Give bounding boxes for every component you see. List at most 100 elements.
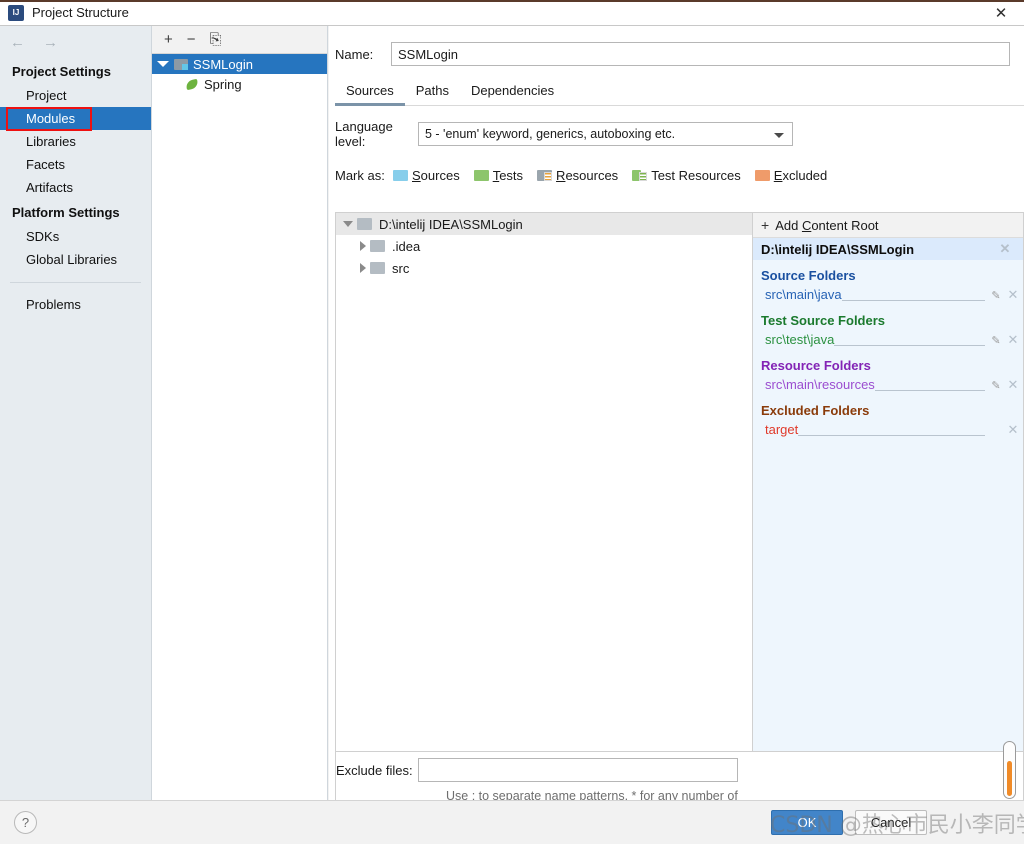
folder-icon bbox=[370, 262, 385, 274]
mark-as-tests-button[interactable]: Tests bbox=[473, 167, 524, 183]
sidebar-nav: ← → bbox=[0, 26, 151, 58]
spring-leaf-icon bbox=[185, 78, 199, 91]
editor-tabs: Sources Paths Dependencies bbox=[335, 80, 1024, 106]
folder-sources-icon bbox=[393, 169, 408, 181]
source-folders-title: Source Folders bbox=[761, 268, 856, 283]
mark-as-resources-label: esources bbox=[565, 167, 619, 183]
language-level-select[interactable]: 5 - 'enum' keyword, generics, autoboxing… bbox=[418, 122, 793, 146]
close-icon[interactable]: ✕ bbox=[1003, 287, 1023, 303]
tree-row[interactable]: D:\intelij IDEA\SSMLogin bbox=[336, 213, 752, 235]
sidebar-item-global-libraries[interactable]: Global Libraries bbox=[0, 248, 151, 271]
module-tree-item-ssmlogin[interactable]: SSMLogin bbox=[152, 54, 327, 74]
pencil-icon[interactable]: ✎ bbox=[989, 379, 1003, 392]
path-underline bbox=[834, 345, 985, 346]
source-folder-row: src\main\java ✎ ✕ bbox=[753, 285, 1023, 305]
page-title: Project Structure bbox=[32, 5, 129, 20]
name-row: Name: bbox=[335, 42, 1010, 66]
mark-as-sources-button[interactable]: Sources bbox=[393, 168, 460, 183]
name-label: Name: bbox=[335, 46, 374, 62]
path-underline bbox=[874, 390, 985, 391]
chevron-down-icon[interactable] bbox=[157, 61, 169, 67]
sources-split-view: D:\intelij IDEA\SSMLogin .idea src + Add… bbox=[335, 212, 1024, 752]
language-level-value: 5 - 'enum' keyword, generics, autoboxing… bbox=[425, 127, 676, 141]
close-icon[interactable]: ✕ bbox=[1003, 377, 1023, 393]
tab-paths[interactable]: Paths bbox=[405, 81, 460, 106]
pencil-icon[interactable]: ✎ bbox=[989, 334, 1003, 347]
exclude-files-input[interactable] bbox=[418, 758, 738, 782]
help-icon[interactable]: ? bbox=[14, 811, 37, 834]
pencil-icon[interactable]: ✎ bbox=[989, 289, 1003, 302]
folder-icon bbox=[357, 218, 372, 230]
path-underline bbox=[798, 435, 985, 436]
name-input[interactable] bbox=[391, 42, 1010, 66]
chevron-right-icon[interactable] bbox=[360, 263, 366, 273]
content-root-header: D:\intelij IDEA\SSMLogin ✕ bbox=[753, 238, 1023, 260]
excluded-folder-row: target ✎ ✕ bbox=[753, 420, 1023, 440]
close-icon[interactable]: ✕ bbox=[978, 0, 1024, 25]
folder-tests-icon bbox=[473, 169, 489, 181]
folder-resources-icon bbox=[537, 169, 553, 181]
slider-thumb[interactable] bbox=[1007, 761, 1012, 796]
sidebar-item-artifacts[interactable]: Artifacts bbox=[0, 176, 151, 199]
mark-as-test-resources-label: Test Resources bbox=[651, 167, 741, 183]
module-tree-item-spring[interactable]: Spring bbox=[152, 74, 327, 94]
mark-as-excluded-button[interactable]: Excluded bbox=[754, 167, 828, 183]
close-icon[interactable]: ✕ bbox=[995, 241, 1015, 257]
sidebar-item-libraries[interactable]: Libraries bbox=[0, 130, 151, 153]
language-level-row: Language level: 5 - 'enum' keyword, gene… bbox=[335, 119, 1024, 149]
close-icon[interactable]: ✕ bbox=[1003, 422, 1023, 438]
mark-as-label: Mark as: bbox=[335, 167, 385, 183]
module-editor: Name: Sources Paths Dependencies Languag… bbox=[329, 26, 1024, 826]
sidebar-item-project[interactable]: Project bbox=[0, 84, 151, 107]
content-root-tree: D:\intelij IDEA\SSMLogin .idea src bbox=[335, 212, 752, 752]
exclude-files-label: Exclude files: bbox=[336, 762, 413, 778]
mark-as-resources-button[interactable]: Resources bbox=[537, 168, 618, 183]
chevron-right-icon[interactable] bbox=[360, 241, 366, 251]
mark-as-tests-label: ests bbox=[499, 167, 524, 183]
excluded-folders-title: Excluded Folders bbox=[761, 403, 870, 418]
close-icon[interactable]: ✕ bbox=[1003, 332, 1023, 348]
mark-as-excluded-label: xcluded bbox=[782, 167, 828, 183]
project-structure-dialog: Project Structure ✕ ← → Project Settings… bbox=[0, 0, 1024, 844]
arrow-right-icon[interactable]: → bbox=[43, 35, 58, 50]
sidebar-group-platform-settings: Platform Settings bbox=[12, 205, 120, 220]
title-bar-accent bbox=[0, 0, 1024, 2]
add-module-button[interactable]: + bbox=[164, 32, 173, 47]
arrow-left-icon[interactable]: ← bbox=[10, 35, 25, 50]
tab-dependencies[interactable]: Dependencies bbox=[460, 81, 565, 106]
chevron-down-icon[interactable] bbox=[774, 133, 784, 138]
sidebar-item-facets[interactable]: Facets bbox=[0, 153, 151, 176]
sidebar-group-project-settings: Project Settings bbox=[12, 64, 111, 79]
tree-row[interactable]: .idea bbox=[336, 235, 752, 257]
test-source-folder-path[interactable]: src\test\java bbox=[765, 332, 834, 348]
plus-icon: + bbox=[761, 217, 770, 233]
source-folder-path[interactable]: src\main\java bbox=[765, 287, 842, 303]
resource-folder-path[interactable]: src\main\resources bbox=[765, 377, 875, 393]
sidebar: ← → Project Settings Project Modules Lib… bbox=[0, 26, 152, 800]
excluded-folder-path[interactable]: target bbox=[765, 422, 798, 438]
sidebar-item-modules[interactable]: Modules bbox=[0, 107, 151, 130]
path-underline bbox=[841, 300, 985, 301]
vertical-slider[interactable] bbox=[1003, 741, 1016, 799]
cancel-button[interactable]: Cancel bbox=[855, 810, 927, 835]
copy-module-button[interactable]: ⎘ bbox=[210, 32, 222, 47]
module-toolbar: + − ⎘ bbox=[152, 26, 327, 54]
sidebar-item-problems[interactable]: Problems bbox=[0, 293, 151, 316]
module-list-pane: + − ⎘ SSMLogin Spring bbox=[152, 26, 328, 800]
mark-as-test-resources-button[interactable]: Test Resources bbox=[632, 168, 741, 183]
mark-as-sources-label: ources bbox=[420, 167, 460, 183]
sidebar-divider bbox=[10, 282, 141, 283]
content-root-path: D:\intelij IDEA\SSMLogin bbox=[761, 241, 915, 257]
add-content-root-button[interactable]: + Add Content Root bbox=[753, 213, 1023, 238]
module-icon bbox=[174, 58, 188, 70]
tab-sources[interactable]: Sources bbox=[335, 81, 405, 106]
sidebar-item-sdks[interactable]: SDKs bbox=[0, 225, 151, 248]
tree-row[interactable]: src bbox=[336, 257, 752, 279]
mark-as-toolbar: Mark as: Sources Tests Resources Test Re… bbox=[335, 164, 1024, 186]
module-tree-item-label: Spring bbox=[204, 76, 242, 92]
ok-button[interactable]: OK bbox=[771, 810, 843, 835]
chevron-down-icon[interactable] bbox=[343, 221, 353, 227]
module-tree-item-label: SSMLogin bbox=[193, 56, 253, 72]
folder-excluded-icon bbox=[754, 169, 770, 181]
remove-module-button[interactable]: − bbox=[187, 32, 196, 47]
